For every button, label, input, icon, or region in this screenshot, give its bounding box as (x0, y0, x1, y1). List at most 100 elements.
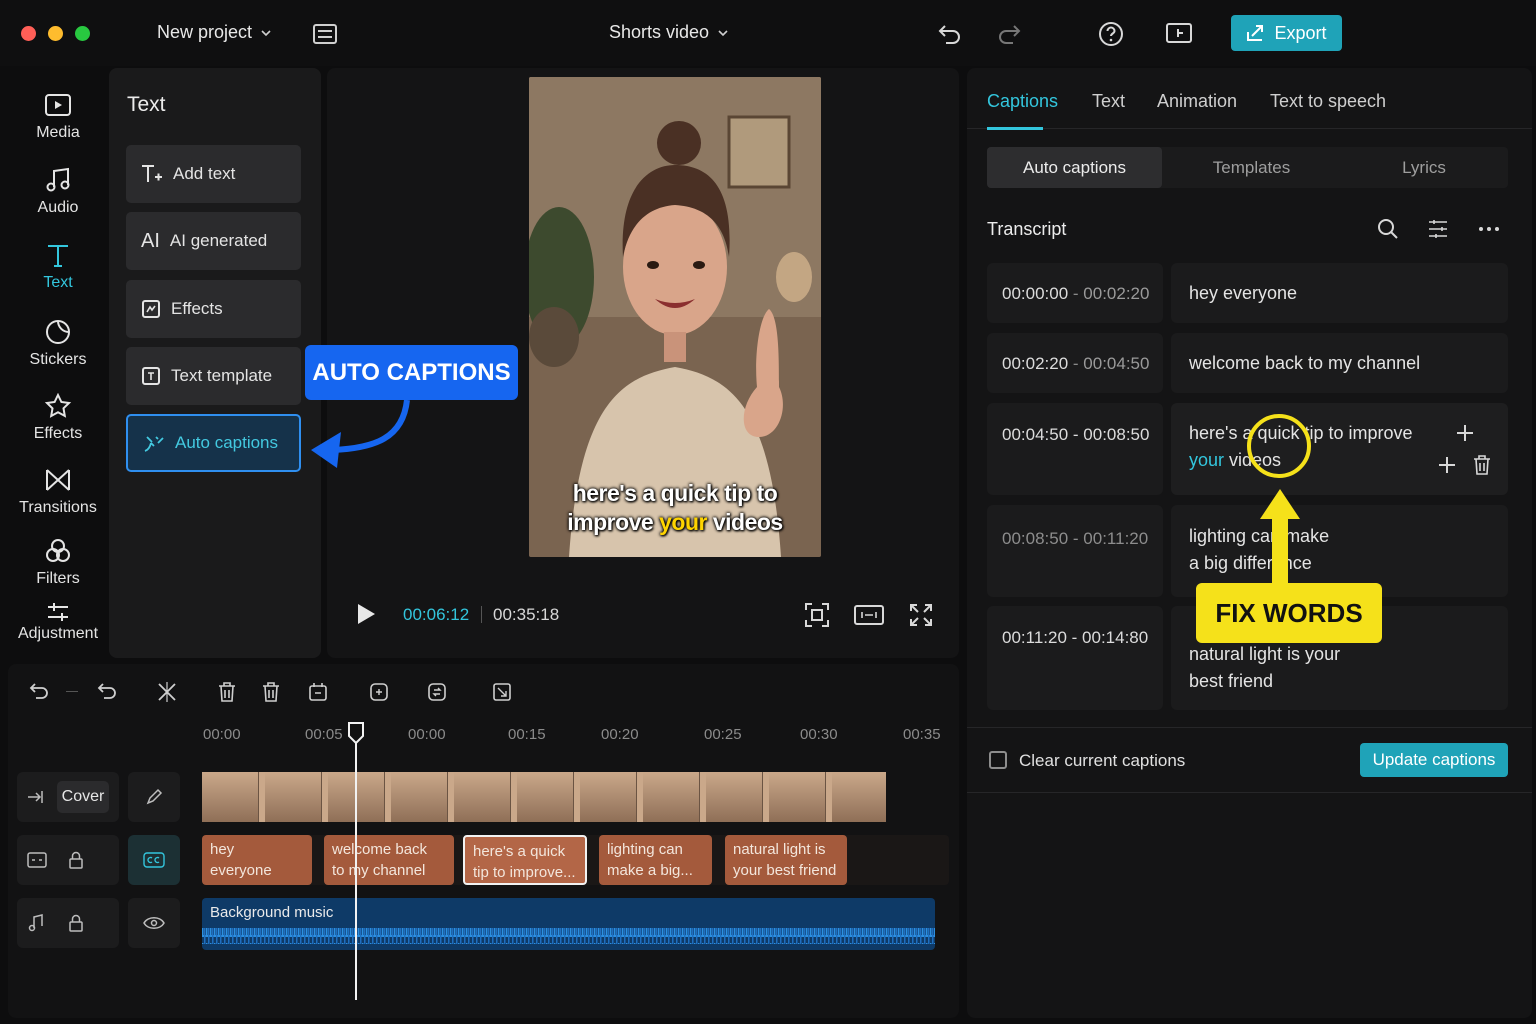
tab-captions[interactable]: Captions (987, 91, 1058, 112)
transcript-time[interactable]: 00:00:00 - 00:02:20 (987, 263, 1163, 323)
export-button[interactable]: Export (1231, 15, 1342, 51)
delete-right-icon[interactable] (258, 679, 284, 705)
rail-item-audio[interactable]: Audio (8, 167, 108, 217)
total-time: 00:35:18 (493, 605, 560, 624)
tab-text-to-speech[interactable]: Text to speech (1270, 91, 1386, 112)
media-icon (44, 92, 72, 118)
filter-settings-icon[interactable] (1426, 217, 1450, 241)
undo-icon[interactable] (936, 20, 964, 48)
fullscreen-icon[interactable] (908, 602, 934, 628)
aspect-ratio-icon[interactable] (854, 603, 884, 627)
end-time: 00:08:50 (1083, 425, 1150, 444)
chevron-down-icon (260, 27, 272, 39)
rail-item-adjustment[interactable]: Adjustment (8, 602, 108, 643)
caption-word: improve (567, 509, 660, 535)
reverse-icon[interactable] (424, 679, 450, 705)
trash-icon[interactable] (1472, 454, 1492, 476)
segment-templates[interactable]: Templates (1164, 147, 1339, 188)
cover-button[interactable]: Cover (57, 781, 109, 813)
video-thumbnail (391, 772, 448, 822)
clear-captions-checkbox[interactable] (989, 751, 1007, 769)
ai-generated-button[interactable]: AI AI generated (126, 212, 301, 270)
video-thumbnail (643, 772, 700, 822)
update-captions-button[interactable]: Update captions (1360, 743, 1508, 777)
track-enter-icon[interactable] (26, 787, 46, 807)
tab-text[interactable]: Text (1092, 91, 1125, 112)
sticker-icon (44, 319, 72, 345)
tab-animation[interactable]: Animation (1157, 91, 1237, 112)
video-preview[interactable]: here's a quick tip to improve your video… (529, 77, 821, 557)
video-thumbnail (517, 772, 574, 822)
redo-icon[interactable] (995, 20, 1023, 48)
caption-clip[interactable]: lighting can make a big... (599, 835, 712, 885)
ai-generated-label: AI generated (169, 231, 268, 250)
rail-item-media[interactable]: Media (8, 92, 108, 142)
caption-clip[interactable]: natural light is your best friend (725, 835, 847, 885)
split-icon[interactable] (154, 679, 180, 705)
playhead-handle[interactable] (347, 722, 365, 744)
transcript-text[interactable]: hey everyone (1171, 263, 1508, 323)
rail-item-effects[interactable]: Effects (8, 393, 108, 443)
audio-waveform (202, 928, 935, 944)
freeze-frame-icon[interactable] (366, 679, 392, 705)
caption-clip[interactable]: welcome back to my channel (324, 835, 454, 885)
add-text-label: Add text (173, 164, 236, 183)
play-icon[interactable] (354, 602, 378, 626)
text-template-button[interactable]: Text template (126, 347, 301, 405)
transcript-time[interactable]: 00:08:50 - 00:11:20 (987, 505, 1163, 597)
rail-item-transitions[interactable]: Transitions (8, 467, 108, 517)
search-icon[interactable] (1376, 217, 1400, 241)
video-format-label: Shorts video (609, 22, 710, 42)
rail-item-filters[interactable]: Filters (8, 538, 108, 588)
more-options-icon[interactable] (1477, 217, 1501, 241)
highlight-circle (1247, 414, 1311, 478)
auto-captions-button[interactable]: Auto captions (126, 414, 301, 472)
close-window-button[interactable] (21, 26, 36, 41)
video-thumbnail (202, 772, 259, 822)
delete-left-icon[interactable] (214, 679, 240, 705)
rail-label: Effects (33, 425, 83, 442)
transcript-text[interactable]: welcome back to my channel (1171, 333, 1508, 393)
layout-menu-icon[interactable] (312, 22, 338, 46)
add-icon[interactable] (1455, 423, 1475, 443)
auto-captions-label: Auto captions (175, 433, 279, 452)
transcript-time[interactable]: 00:11:20 - 00:14:80 (987, 606, 1163, 710)
minimize-window-button[interactable] (48, 26, 63, 41)
lock-icon[interactable] (66, 849, 86, 871)
transcript-time[interactable]: 00:04:50 - 00:08:50 (987, 403, 1163, 495)
snapshot-icon[interactable] (803, 601, 831, 629)
segment-lyrics[interactable]: Lyrics (1340, 147, 1508, 188)
end-time: 00:02:20 (1083, 284, 1150, 303)
caption-line-1: here's a quick tip to (572, 480, 778, 506)
time-tick: 00:15 (508, 726, 546, 743)
lock-icon[interactable] (66, 912, 86, 934)
maximize-window-button[interactable] (75, 26, 90, 41)
time-tick: 00:00 (203, 726, 241, 743)
edit-cover-icon[interactable] (128, 772, 180, 822)
rail-item-stickers[interactable]: Stickers (8, 319, 108, 369)
segment-auto-captions[interactable]: Auto captions (987, 147, 1162, 188)
cc-icon[interactable] (128, 835, 180, 885)
undo-icon[interactable] (27, 679, 53, 705)
crop-icon[interactable] (489, 679, 515, 705)
duplicate-icon[interactable] (305, 679, 331, 705)
transcript-text-editing[interactable]: here's a quick tip to improve your video… (1171, 403, 1508, 495)
current-time: 00:06:12 (403, 605, 470, 624)
transcript-line: a big difference (1189, 553, 1312, 573)
help-icon[interactable] (1097, 20, 1125, 48)
add-text-button[interactable]: Add text (126, 145, 301, 203)
feedback-icon[interactable] (1165, 21, 1193, 47)
text-effects-button[interactable]: Effects (126, 280, 301, 338)
panel-title: Text (127, 93, 166, 116)
caption-clip[interactable]: hey everyone (202, 835, 312, 885)
video-format-menu[interactable]: Shorts video (609, 22, 729, 43)
caption-clip-selected[interactable]: here's a quick tip to improve... (463, 835, 587, 885)
end-time: 00:11:20 (1083, 529, 1149, 548)
eye-icon[interactable] (128, 898, 180, 948)
project-menu[interactable]: New project (157, 22, 272, 43)
add-line-icon[interactable] (1437, 455, 1457, 475)
rail-item-text[interactable]: Text (8, 242, 108, 292)
audio-clip[interactable]: Background music (202, 898, 935, 950)
transcript-time[interactable]: 00:02:20 - 00:04:50 (987, 333, 1163, 393)
redo-undo-icon[interactable] (95, 679, 121, 705)
